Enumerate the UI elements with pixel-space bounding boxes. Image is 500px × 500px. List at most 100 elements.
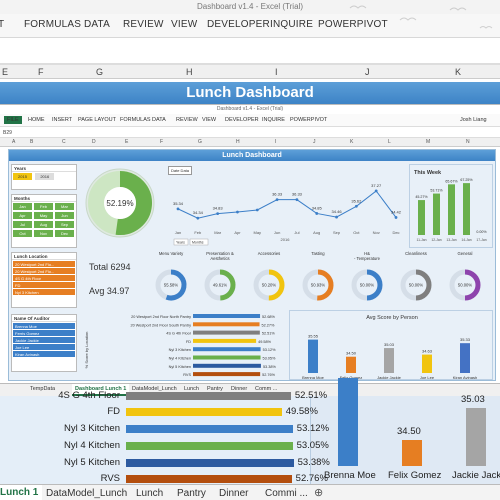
sheet-tab[interactable]: Pantry bbox=[177, 488, 206, 499]
col-header[interactable]: H bbox=[186, 67, 193, 77]
zoom-person-name: Brenna Moe bbox=[324, 470, 376, 481]
tab-page-layout[interactable]: PAGE LAYOUT bbox=[78, 117, 116, 123]
col-header[interactable]: M bbox=[426, 139, 430, 145]
month-slicer-item[interactable]: Oct bbox=[13, 230, 32, 237]
auditor-slicer-item[interactable]: Kiran Avinash bbox=[13, 351, 75, 357]
month-slicer-item[interactable]: Dec bbox=[55, 230, 74, 237]
month-slicer-item[interactable]: Jan bbox=[13, 203, 32, 210]
month-slicer-item[interactable]: Sep bbox=[55, 221, 74, 228]
tab-developer[interactable]: DEVELOPER bbox=[225, 117, 259, 123]
ribbon-tab-formulas[interactable]: FORMULAS bbox=[24, 19, 81, 30]
location-slicer-item[interactable]: Nyl 3 Kitchen bbox=[13, 289, 75, 295]
inner-window-title: Dashboard v1.4 - Excel (Trial) bbox=[216, 106, 284, 112]
col-header[interactable]: I bbox=[275, 139, 276, 145]
location-slicer-item[interactable]: 20 Westport 2nd Flo... bbox=[13, 261, 75, 267]
month-slicer-item[interactable]: Jun bbox=[55, 212, 74, 219]
formula-bar[interactable]: B29 bbox=[0, 128, 500, 138]
sheet-tab[interactable]: DataModel_Lunch bbox=[46, 488, 127, 499]
col-header[interactable]: F bbox=[38, 67, 44, 77]
tab-view[interactable]: VIEW bbox=[202, 117, 216, 123]
auditor-slicer-item[interactable]: Brenna Moe bbox=[13, 323, 75, 329]
col-header[interactable]: J bbox=[365, 67, 370, 77]
line-data-label: 34.85 bbox=[312, 205, 323, 210]
location-slicer-item[interactable]: FD bbox=[13, 282, 75, 288]
outer-column-headers: E F G H I J K bbox=[0, 64, 500, 79]
auditor-slicer-item[interactable]: Jackie Jackie bbox=[13, 337, 75, 343]
col-header[interactable]: J bbox=[313, 139, 316, 145]
col-header[interactable]: D bbox=[92, 139, 96, 145]
tab-data[interactable]: DATA bbox=[152, 117, 166, 123]
week-bar bbox=[418, 200, 425, 235]
month-slicer-item[interactable]: Jul bbox=[13, 221, 32, 228]
ribbon-tab-developer[interactable]: DEVELOPER bbox=[207, 19, 270, 30]
slicer-item[interactable]: 2016 bbox=[35, 173, 55, 180]
col-header[interactable]: G bbox=[96, 67, 103, 77]
month-slicer-item[interactable]: Feb bbox=[34, 203, 53, 210]
tab-home[interactable]: HOME bbox=[28, 117, 45, 123]
ribbon-tab-view[interactable]: VIEW bbox=[171, 19, 197, 30]
col-header[interactable]: K bbox=[350, 139, 353, 145]
auditor-slicer-item[interactable]: Joe Lee bbox=[13, 344, 75, 350]
x-tick-label: Jun bbox=[274, 230, 280, 235]
col-header[interactable]: I bbox=[275, 67, 278, 77]
year-label: 2016 bbox=[281, 237, 291, 242]
sheet-tab[interactable]: Commi ... bbox=[265, 488, 308, 499]
zoom-location-label: Nyl 3 Kitchen bbox=[64, 423, 120, 434]
line-point bbox=[236, 210, 239, 214]
ribbon-tab-review[interactable]: REVIEW bbox=[123, 19, 164, 30]
ribbon-tab-data[interactable]: DATA bbox=[84, 19, 110, 30]
zoom-location-value: 52.51% bbox=[294, 390, 328, 401]
slicer-title: Months bbox=[12, 195, 76, 202]
auditor-slicer-item[interactable]: Ferris Gomez bbox=[13, 330, 75, 336]
month-slicer-item[interactable]: Aug bbox=[34, 221, 53, 228]
ribbon-tab-inquire[interactable]: INQUIRE bbox=[270, 19, 313, 30]
user-name[interactable]: Josh Liang bbox=[460, 117, 487, 123]
col-header[interactable]: N bbox=[466, 139, 470, 145]
col-header[interactable]: B bbox=[30, 139, 33, 145]
location-slicer-item[interactable]: 4S G 4th Floor bbox=[13, 275, 75, 281]
main-donut-value: 52.19% bbox=[106, 199, 133, 208]
col-header[interactable]: E bbox=[125, 139, 128, 145]
category-donuts: Menu Variety55.58%Presentation &Aestheti… bbox=[155, 251, 481, 301]
col-header[interactable]: L bbox=[388, 139, 391, 145]
add-sheet-icon[interactable]: ⊕ bbox=[314, 486, 323, 499]
location-slicer-item[interactable]: 20 Westport 2nd Flo... bbox=[13, 268, 75, 274]
file-tab[interactable]: FILE bbox=[4, 116, 22, 124]
col-header[interactable]: E bbox=[2, 67, 8, 77]
line-data-label: 36.33 bbox=[292, 192, 303, 197]
tab-formulas[interactable]: FORMULAS bbox=[120, 117, 151, 123]
month-slicer-item[interactable]: May bbox=[34, 212, 53, 219]
month-slicer-item[interactable]: Nov bbox=[34, 230, 53, 237]
location-list: 20 Westport 2nd Flo... 20 Westport 2nd Fl… bbox=[12, 261, 76, 295]
sheet-tab-active[interactable]: Lunch 1 bbox=[0, 485, 43, 500]
col-header[interactable]: C bbox=[62, 139, 66, 145]
category-value: 50.20% bbox=[262, 283, 276, 288]
col-header[interactable]: K bbox=[455, 67, 461, 77]
col-header[interactable]: A bbox=[12, 139, 15, 145]
tab-insert[interactable]: INSERT bbox=[52, 117, 72, 123]
person-value: 35.33 bbox=[460, 337, 471, 342]
sheet-tab[interactable]: Dinner bbox=[219, 488, 248, 499]
zoom-location-value: 53.38% bbox=[297, 457, 330, 468]
sheet-tab[interactable]: Lunch bbox=[136, 488, 163, 499]
col-header[interactable]: G bbox=[198, 139, 202, 145]
date-data-button[interactable]: Date Data bbox=[168, 166, 193, 175]
col-header[interactable]: H bbox=[236, 139, 240, 145]
col-header[interactable]: F bbox=[160, 139, 163, 145]
name-box[interactable]: B29 bbox=[3, 130, 12, 136]
location-slicer: Lunch Location 20 Westport 2nd Flo... 20 … bbox=[11, 252, 77, 308]
embedded-excel: Dashboard v1.4 - Excel (Trial) FILE HOME… bbox=[0, 104, 500, 396]
tab-inquire[interactable]: INQUIRE bbox=[262, 117, 285, 123]
tab-powerpivot[interactable]: POWERPIVOT bbox=[290, 117, 327, 123]
zoom-person-bar bbox=[466, 408, 486, 466]
month-slicer-item[interactable]: Mar bbox=[55, 203, 74, 210]
line-point bbox=[394, 216, 398, 219]
person-bar bbox=[422, 354, 432, 373]
person-name: Joe Lee bbox=[420, 375, 435, 380]
ribbon-tab[interactable]: T bbox=[0, 19, 4, 30]
slicer-item[interactable]: 2015 bbox=[13, 173, 32, 180]
person-value: 34.63 bbox=[422, 349, 433, 354]
tab-review[interactable]: REVIEW bbox=[176, 117, 198, 123]
month-slicer-item[interactable]: Apr bbox=[13, 212, 32, 219]
person-bar bbox=[346, 356, 356, 373]
